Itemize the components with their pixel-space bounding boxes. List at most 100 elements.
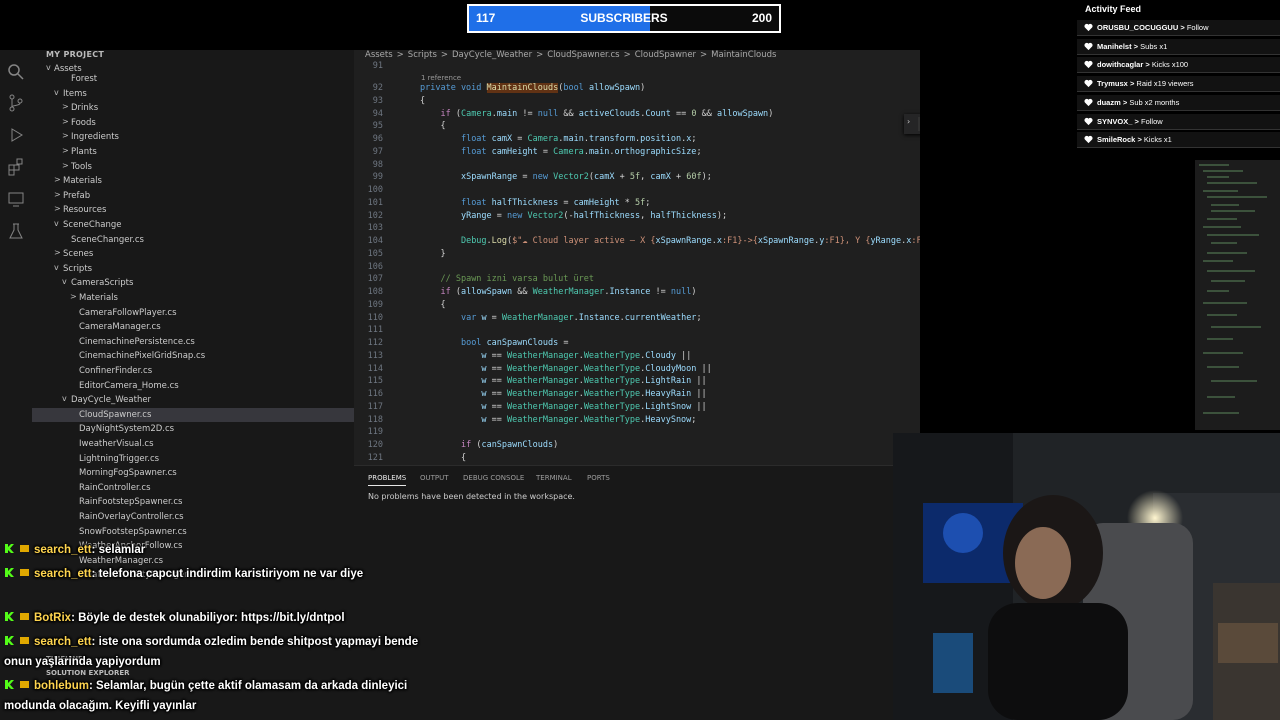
tree-item[interactable]: LightningTrigger.cs <box>32 452 354 467</box>
sub-badge-icon <box>20 545 29 552</box>
code-line[interactable]: 115 w == WeatherManager.WeatherType.Ligh… <box>354 376 920 389</box>
code-line[interactable]: 95 { <box>354 121 920 134</box>
code-line[interactable]: 93 { <box>354 96 920 109</box>
chevron-right-icon: > <box>62 131 69 141</box>
tree-item[interactable]: CameraManager.cs <box>32 320 354 335</box>
code-line[interactable]: 101 float halfThickness = camHeight * 5f… <box>354 198 920 211</box>
chat-username[interactable]: search_ett <box>34 568 92 580</box>
tree-item[interactable]: > Scenes <box>32 247 354 262</box>
testing-icon[interactable] <box>6 221 26 241</box>
code-line[interactable]: 105 } <box>354 249 920 262</box>
code-line[interactable]: 114 w == WeatherManager.WeatherType.Clou… <box>354 364 920 377</box>
tree-item[interactable]: > Plants <box>32 145 354 160</box>
line-number: 101 <box>367 197 383 208</box>
tree-item[interactable]: DayNightSystem2D.cs <box>32 422 354 437</box>
code-line[interactable]: 113 w == WeatherManager.WeatherType.Clou… <box>354 351 920 364</box>
code-line[interactable]: 117 w == WeatherManager.WeatherType.Ligh… <box>354 402 920 415</box>
code-line[interactable]: 91 <box>354 61 920 74</box>
code-text: if (allowSpawn && WeatherManager.Instanc… <box>440 287 697 297</box>
tree-item[interactable]: > Prefab <box>32 189 354 204</box>
code-line[interactable]: 110 var w = WeatherManager.Instance.curr… <box>354 313 920 326</box>
tree-item[interactable]: > Tools <box>32 160 354 175</box>
tree-item[interactable]: CinemachinePersistence.cs <box>32 335 354 350</box>
chevron-down-icon: v <box>54 262 59 272</box>
tree-item[interactable]: v Items <box>32 87 354 102</box>
code-line[interactable]: 112 bool canSpawnClouds = <box>354 338 920 351</box>
chat-username[interactable]: search_ett <box>34 636 92 648</box>
code-line[interactable]: 109 { <box>354 300 920 313</box>
chevron-down-icon: v <box>46 63 51 72</box>
code-line[interactable]: 121 { <box>354 453 920 465</box>
breadcrumb-item[interactable]: Scripts <box>408 50 437 60</box>
code-line[interactable]: 99 xSpawnRange = new Vector2(camX + 5f, … <box>354 172 920 185</box>
tab-terminal[interactable]: TERMINAL <box>536 474 572 482</box>
tree-item[interactable]: ConfinerFinder.cs <box>32 364 354 379</box>
tree-item[interactable]: > Materials <box>32 174 354 189</box>
tab-problems[interactable]: PROBLEMS <box>368 474 407 486</box>
chat-username[interactable]: BotRix <box>34 612 71 624</box>
tree-item[interactable]: RainFootstepSpawner.cs <box>32 495 354 510</box>
code-line[interactable]: 119 <box>354 427 920 440</box>
code-line[interactable]: 106 <box>354 262 920 275</box>
code-line[interactable]: 98 <box>354 160 920 173</box>
tree-item[interactable]: v SceneChange <box>32 218 354 233</box>
breadcrumb-item[interactable]: DayCycle_Weather <box>452 50 532 60</box>
tree-item[interactable]: IweatherVisual.cs <box>32 437 354 452</box>
tree-item[interactable]: SceneChanger.cs <box>32 233 354 248</box>
code-line[interactable]: 116 w == WeatherManager.WeatherType.Heav… <box>354 389 920 402</box>
tab-ports[interactable]: PORTS <box>587 474 610 482</box>
tree-item[interactable]: > Drinks <box>32 101 354 116</box>
chat-username[interactable]: search_ett <box>34 544 92 556</box>
breadcrumb-item[interactable]: MaintainClouds <box>711 50 776 60</box>
code-line[interactable]: 120 if (canSpawnClouds) <box>354 440 920 453</box>
tab-debug-console[interactable]: DEBUG CONSOLE <box>463 474 524 482</box>
chevron-down-icon: v <box>62 394 67 404</box>
code-line[interactable]: 97 float camHeight = Camera.main.orthogr… <box>354 147 920 160</box>
code-line[interactable]: 100 <box>354 185 920 198</box>
code-editor[interactable]: Assets > Scripts > DayCycle_Weather > CloudSpa… <box>354 50 920 465</box>
chevron-right-icon[interactable]: › <box>907 117 910 126</box>
tree-item[interactable]: Forest <box>32 72 354 87</box>
tree-item[interactable]: > Resources <box>32 203 354 218</box>
tree-item[interactable]: v CameraScripts <box>32 276 354 291</box>
tree-item[interactable]: RainOverlayController.cs <box>32 510 354 525</box>
code-line[interactable]: 118 w == WeatherManager.WeatherType.Heav… <box>354 415 920 428</box>
breadcrumb-item[interactable]: Assets <box>365 50 393 60</box>
tree-item[interactable]: RainController.cs <box>32 481 354 496</box>
tree-item[interactable]: > Materials <box>32 291 354 306</box>
code-text: w == WeatherManager.WeatherType.Cloudy |… <box>481 350 692 361</box>
tree-item[interactable]: > Ingredients <box>32 130 354 145</box>
remote-explorer-icon[interactable] <box>6 189 26 209</box>
code-line[interactable]: 107 // Spawn izni varsa bulut üret <box>354 274 920 287</box>
tree-item[interactable]: v DayCycle_Weather <box>32 393 354 408</box>
breadcrumb-item[interactable]: CloudSpawner.cs <box>547 50 619 60</box>
find-input[interactable] <box>918 117 920 131</box>
tree-item[interactable]: > Foods <box>32 116 354 131</box>
search-icon[interactable] <box>6 62 26 82</box>
breadcrumb-item[interactable]: CloudSpawner <box>635 50 696 60</box>
code-line[interactable]: 94 if (Camera.main != null && activeClou… <box>354 109 920 122</box>
tree-item[interactable]: EditorCamera_Home.cs <box>32 379 354 394</box>
codelens-reference-hint[interactable]: 1 reference <box>421 74 461 82</box>
tree-item[interactable]: CinemachinePixelGridSnap.cs <box>32 349 354 364</box>
tree-item[interactable]: CameraFollowPlayer.cs <box>32 306 354 321</box>
extensions-icon[interactable] <box>6 157 26 177</box>
line-number: 109 <box>367 299 383 310</box>
tab-output[interactable]: OUTPUT <box>420 474 449 482</box>
code-line[interactable]: 104 Debug.Log($"☁ Cloud layer active — X… <box>354 236 920 249</box>
code-line[interactable]: 108 if (allowSpawn && WeatherManager.Ins… <box>354 287 920 300</box>
run-debug-icon[interactable] <box>6 125 26 145</box>
code-line[interactable]: 102 yRange = new Vector2(-halfThickness,… <box>354 211 920 224</box>
source-control-icon[interactable] <box>6 93 26 113</box>
tree-item[interactable]: CloudSpawner.cs <box>32 407 354 423</box>
tree-label: Scenes <box>63 249 94 260</box>
code-line[interactable]: 111 <box>354 325 920 338</box>
code-line[interactable]: 96 float camX = Camera.main.transform.po… <box>354 134 920 147</box>
tree-item[interactable]: SnowFootstepSpawner.cs <box>32 525 354 540</box>
tree-item[interactable]: MorningFogSpawner.cs <box>32 466 354 481</box>
code-line[interactable]: 92 private void MaintainClouds(bool allow… <box>354 83 920 96</box>
chat-username[interactable]: bohlebum <box>34 680 89 692</box>
tree-item[interactable]: v Scripts <box>32 262 354 277</box>
code-line[interactable]: 103 <box>354 223 920 236</box>
line-number: 107 <box>367 274 383 285</box>
